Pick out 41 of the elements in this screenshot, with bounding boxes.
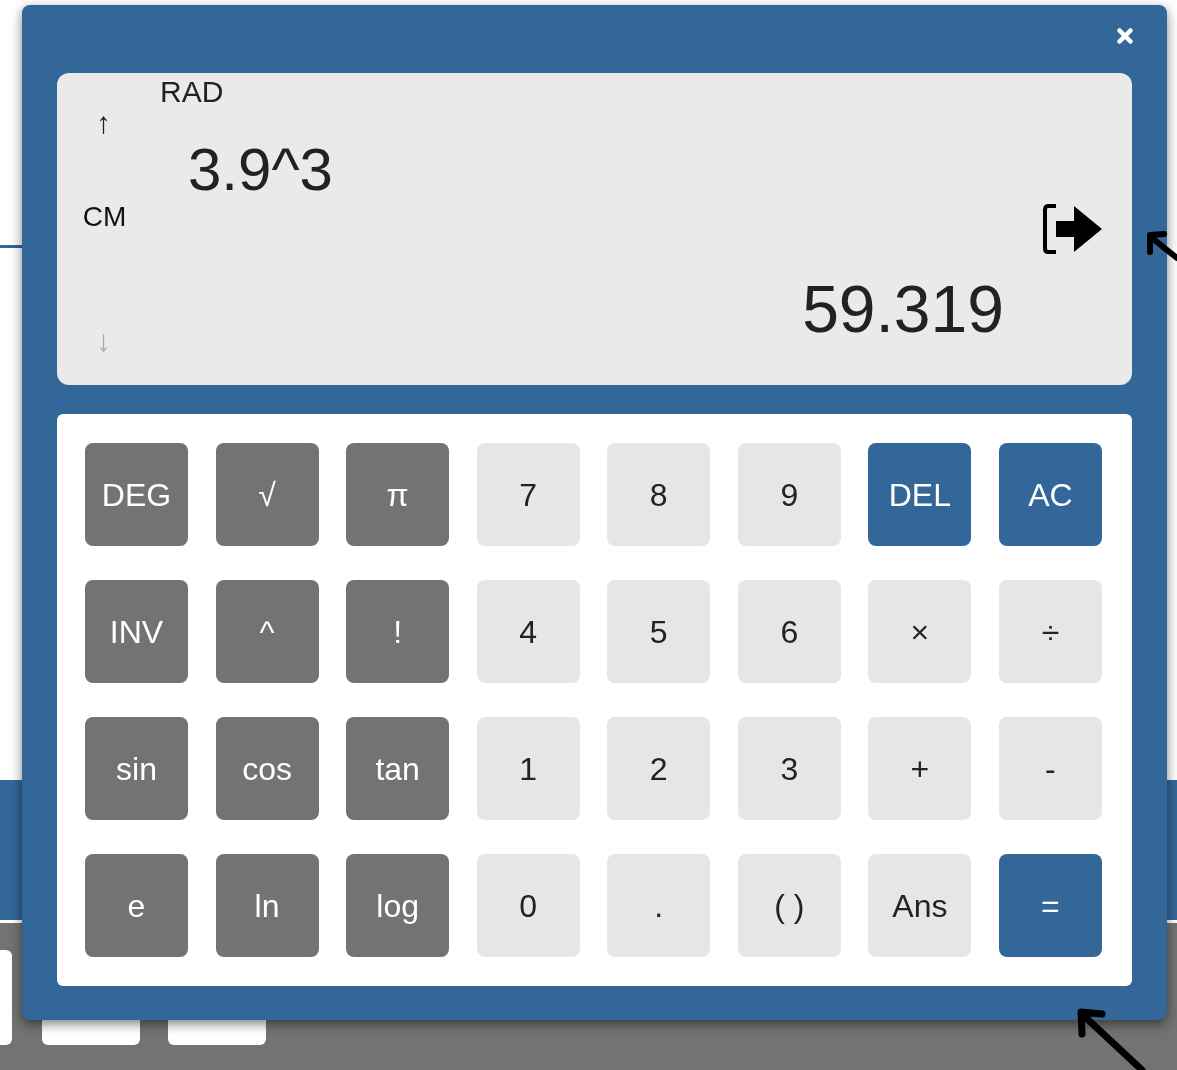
calculator-key[interactable]: π (346, 443, 450, 546)
annotation-arrow (1146, 230, 1177, 264)
calculator-key[interactable]: sin (85, 717, 188, 820)
calculator-key[interactable]: × (868, 580, 972, 683)
result-text: 59.319 (802, 273, 1004, 345)
calculator-key[interactable]: 0 (476, 854, 580, 957)
calculator-key[interactable]: 9 (737, 443, 841, 546)
calculator-key[interactable]: ( ) (737, 854, 841, 957)
calculator-key[interactable]: e (85, 854, 188, 957)
calculator-key[interactable]: + (868, 717, 972, 820)
calculator-key[interactable]: 2 (607, 717, 711, 820)
calculator-key[interactable]: 3 (737, 717, 841, 820)
calculator-key[interactable]: 4 (476, 580, 580, 683)
calculator-key[interactable]: ln (215, 854, 319, 957)
calculator-key[interactable]: log (346, 854, 450, 957)
angle-mode-label: RAD (160, 75, 224, 109)
calculator-key[interactable]: 5 (607, 580, 711, 683)
calculator-key[interactable]: DEG (85, 443, 188, 546)
calculator-key[interactable]: DEL (868, 443, 972, 546)
arrow-exit-icon[interactable] (1042, 203, 1104, 255)
calculator-key[interactable]: . (607, 854, 711, 957)
calculator-key[interactable]: AC (998, 443, 1102, 546)
annotation-arrow (1076, 1006, 1146, 1070)
calculator-key[interactable]: INV (85, 580, 188, 683)
calculator-key[interactable]: 1 (476, 717, 580, 820)
expression-text: 3.9^3 (188, 135, 333, 205)
calculator-key[interactable]: = (998, 854, 1102, 957)
unit-label: CM (82, 201, 127, 233)
calculator-key[interactable]: ! (346, 580, 450, 683)
close-icon (1114, 25, 1136, 47)
calculator-key[interactable]: 8 (607, 443, 711, 546)
calculator-key[interactable]: √ (215, 443, 319, 546)
calculator-key[interactable]: Ans (868, 854, 972, 957)
calculator-key[interactable]: cos (215, 717, 319, 820)
calculator-key[interactable]: tan (346, 717, 450, 820)
history-up-arrow[interactable]: ↑ (96, 103, 111, 143)
calculator-key[interactable]: - (998, 717, 1102, 820)
calculator-key[interactable]: 6 (737, 580, 841, 683)
calculator-key[interactable]: ^ (215, 580, 319, 683)
calculator-key[interactable]: 7 (476, 443, 580, 546)
calculator-key[interactable]: ÷ (998, 580, 1102, 683)
